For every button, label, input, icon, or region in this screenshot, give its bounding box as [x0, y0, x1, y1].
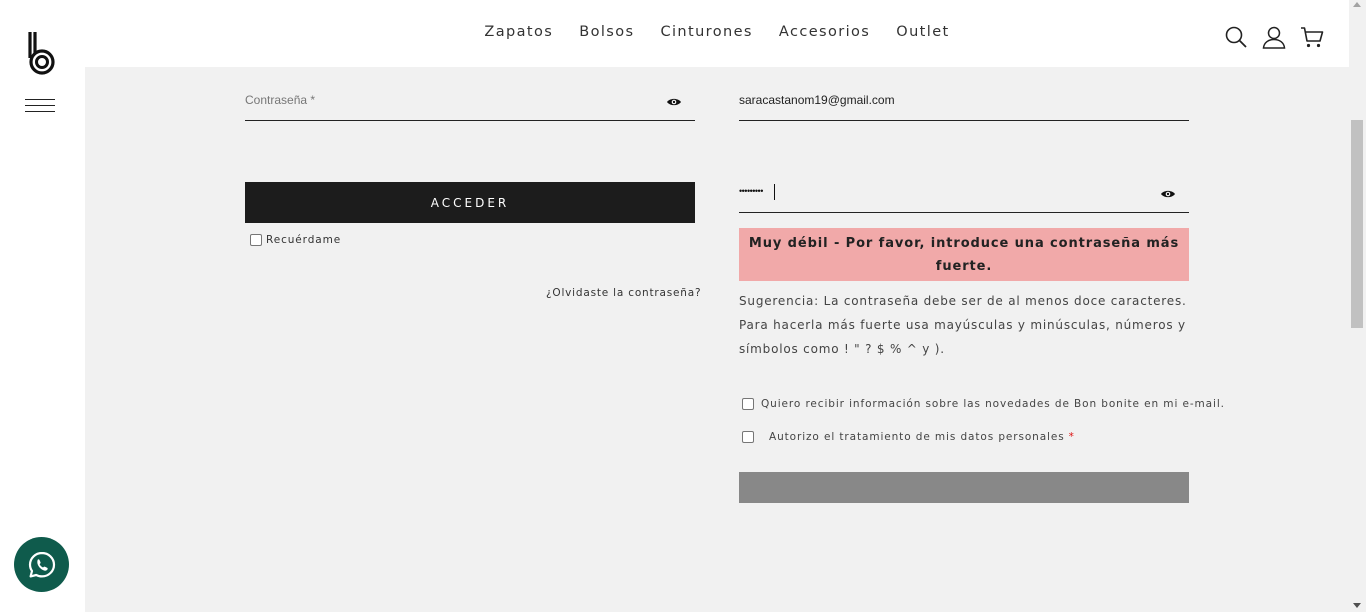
- user-icon[interactable]: [1262, 25, 1286, 49]
- nav-item-bolsos[interactable]: Bolsos: [579, 24, 634, 40]
- nav-item-zapatos[interactable]: Zapatos: [484, 24, 553, 40]
- register-password-value: •••••••••: [739, 186, 763, 196]
- scroll-up-arrow-icon[interactable]: [1353, 2, 1361, 7]
- whatsapp-icon: [28, 551, 55, 577]
- left-rail: [0, 0, 85, 612]
- required-mark: *: [1068, 431, 1075, 443]
- whatsapp-button[interactable]: [14, 537, 69, 592]
- forgot-password-link[interactable]: ¿Olvidaste la contraseña?: [546, 287, 701, 299]
- register-password-field[interactable]: •••••••••: [739, 184, 1189, 213]
- newsletter-checkbox[interactable]: [742, 398, 754, 410]
- password-hint: Sugerencia: La contraseña debe ser de al…: [739, 294, 1187, 356]
- scroll-down-arrow-icon[interactable]: [1353, 603, 1361, 608]
- nav-item-outlet[interactable]: Outlet: [896, 24, 949, 40]
- scrollbar[interactable]: [1349, 0, 1366, 612]
- text-cursor: [774, 184, 775, 200]
- cart-icon[interactable]: [1300, 25, 1324, 49]
- eye-icon[interactable]: [666, 97, 682, 107]
- hamburger-menu-icon[interactable]: [25, 99, 55, 115]
- header-icons: [1224, 25, 1324, 49]
- newsletter-label: Quiero recibir información sobre las nov…: [761, 398, 1225, 410]
- eye-icon[interactable]: [1160, 189, 1176, 199]
- privacy-label: Autorizo el tratamiento de mis datos per…: [769, 431, 1065, 443]
- remember-me-label: Recuérdame: [266, 234, 342, 246]
- search-icon[interactable]: [1224, 25, 1248, 49]
- newsletter-option: Quiero recibir información sobre las nov…: [742, 398, 1225, 410]
- nav-item-accesorios[interactable]: Accesorios: [779, 24, 870, 40]
- remember-me-checkbox[interactable]: [250, 234, 262, 246]
- site-header: Zapatos Bolsos Cinturones Accesorios Out…: [85, 0, 1349, 67]
- login-password-placeholder: Contraseña *: [245, 93, 316, 107]
- login-submit-button[interactable]: ACCEDER: [245, 182, 695, 223]
- privacy-checkbox[interactable]: [742, 431, 754, 443]
- register-submit-button[interactable]: [739, 472, 1189, 503]
- main-nav: Zapatos Bolsos Cinturones Accesorios Out…: [85, 24, 1349, 40]
- register-email-value: saracastanom19@gmail.com: [739, 93, 895, 107]
- remember-me: Recuérdame: [250, 234, 341, 246]
- register-email-field[interactable]: saracastanom19@gmail.com: [739, 93, 1189, 121]
- password-strength-message: Muy débil - Por favor, introduce una con…: [739, 228, 1189, 281]
- privacy-option: Autorizo el tratamiento de mis datos per…: [742, 431, 1075, 443]
- brand-logo[interactable]: [26, 30, 58, 76]
- login-password-field[interactable]: Contraseña *: [245, 93, 695, 121]
- nav-item-cinturones[interactable]: Cinturones: [660, 24, 752, 40]
- scrollbar-thumb[interactable]: [1351, 120, 1363, 328]
